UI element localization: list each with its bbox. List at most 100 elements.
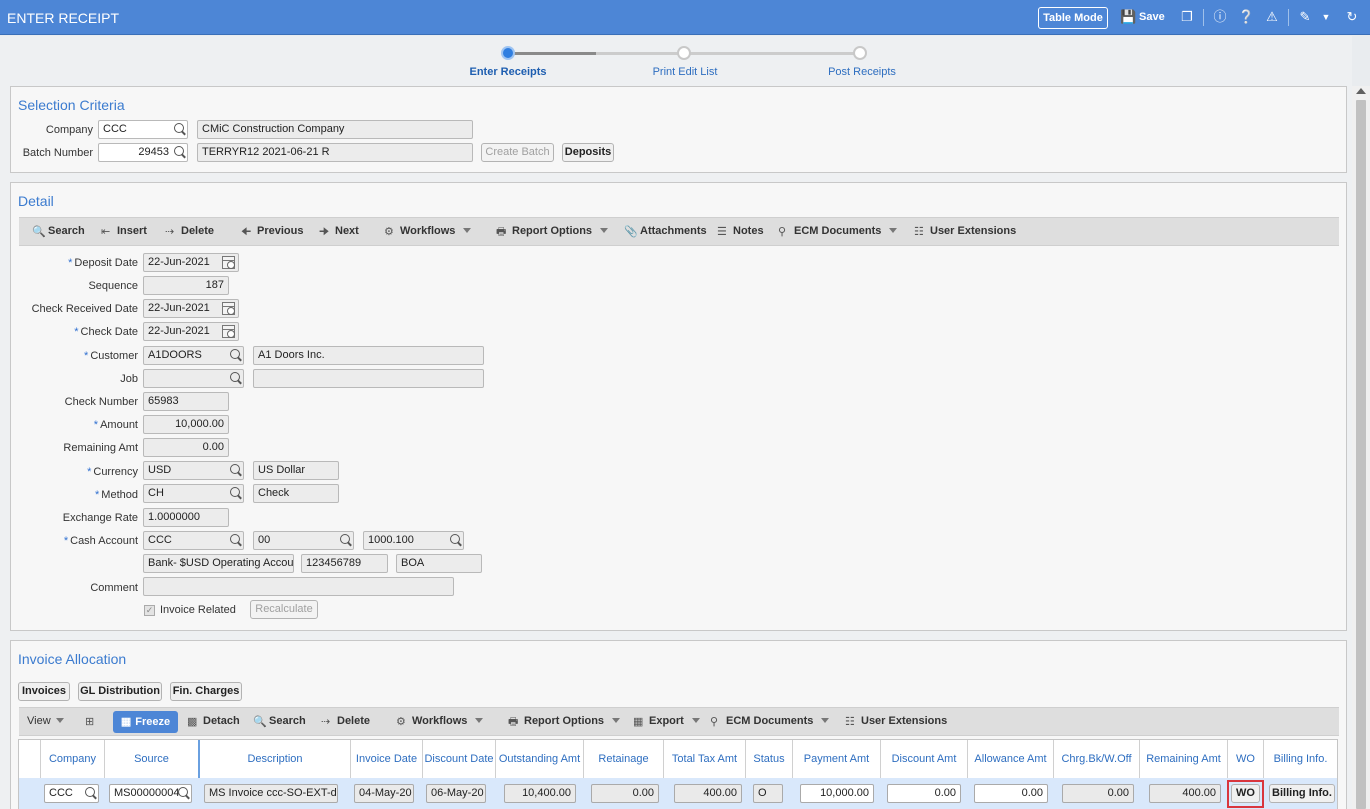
cash-account-gl-input[interactable]: 1000.100	[363, 531, 464, 550]
grid-report-options-button[interactable]: 🖶 Report Options	[508, 715, 621, 728]
column-header[interactable]: Discount Amt	[881, 740, 968, 778]
search-icon[interactable]	[230, 464, 240, 474]
column-header[interactable]: Retainage	[584, 740, 664, 778]
deposit-date-input[interactable]: 22-Jun-2021	[143, 253, 239, 272]
dropdown-icon[interactable]	[55, 718, 64, 723]
row-discount-amt-input[interactable]: 0.00	[887, 784, 961, 803]
dropdown-icon[interactable]	[691, 718, 700, 723]
dropdown-icon[interactable]	[463, 228, 472, 233]
step-dot-enter-receipts[interactable]	[501, 46, 515, 60]
next-button[interactable]: 🠊 Next	[319, 225, 359, 238]
export-button[interactable]: ▦ Export	[633, 715, 700, 728]
column-header[interactable]: Remaining Amt	[1140, 740, 1228, 778]
row-payment-amt-input[interactable]: 10,000.00	[800, 784, 874, 803]
vertical-scrollbar[interactable]	[1352, 86, 1370, 809]
search-icon[interactable]	[85, 787, 95, 797]
customer-input[interactable]: A1DOORS	[143, 346, 244, 365]
fin-charges-button[interactable]: Fin. Charges	[170, 682, 242, 701]
freeze-button[interactable]: ▦ Freeze	[113, 711, 178, 733]
row-wo-button[interactable]: WO	[1231, 784, 1260, 803]
report-options-button[interactable]: 🖶 Report Options	[496, 225, 609, 238]
column-header[interactable]: Company	[41, 740, 105, 778]
insert-button[interactable]: ⇤ Insert	[101, 225, 147, 238]
column-header[interactable]: Payment Amt	[793, 740, 881, 778]
grid-user-extensions-button[interactable]: ☷ User Extensions	[845, 715, 947, 728]
row-company-input[interactable]: CCC	[44, 784, 99, 803]
scroll-up-icon[interactable]	[1356, 88, 1366, 94]
step-enter-receipts[interactable]: Enter Receipts	[438, 66, 578, 78]
ecm-documents-button[interactable]: ⚲ ECM Documents	[778, 225, 898, 238]
column-header[interactable]: Discount Date	[423, 740, 496, 778]
recalculate-button[interactable]: Recalculate	[250, 600, 318, 619]
detach-icon-button[interactable]: ⊞	[85, 715, 101, 728]
grid-workflows-button[interactable]: ⚙ Workflows	[396, 715, 484, 728]
invoices-button[interactable]: Invoices	[18, 682, 70, 701]
user-extensions-button[interactable]: ☷ User Extensions	[914, 225, 1016, 238]
view-menu[interactable]: View	[27, 715, 64, 727]
dropdown-icon[interactable]	[600, 228, 609, 233]
table-mode-button[interactable]: Table Mode	[1038, 7, 1108, 29]
column-header[interactable]: Billing Info.	[1264, 740, 1337, 778]
method-input[interactable]: CH	[143, 484, 244, 503]
column-header[interactable]: Outstanding Amt	[496, 740, 584, 778]
save-button[interactable]: Save	[1139, 11, 1165, 23]
dropdown-icon[interactable]	[475, 718, 484, 723]
search-icon[interactable]	[230, 487, 240, 497]
step-dot-post-receipts[interactable]	[853, 46, 867, 60]
previous-button[interactable]: 🠈 Previous	[241, 225, 303, 238]
search-icon[interactable]	[178, 787, 188, 797]
search-icon[interactable]	[230, 349, 240, 359]
cash-account-dept-input[interactable]: 00	[253, 531, 354, 550]
search-icon[interactable]	[174, 146, 184, 156]
search-button[interactable]: 🔍 Search	[32, 225, 85, 238]
search-icon[interactable]	[174, 123, 184, 133]
dropdown-icon[interactable]	[889, 228, 898, 233]
gl-distribution-button[interactable]: GL Distribution	[78, 682, 162, 701]
chevron-down-icon[interactable]: ▼	[1318, 9, 1334, 25]
save-icon[interactable]: 💾	[1120, 9, 1136, 25]
currency-input[interactable]: USD	[143, 461, 244, 480]
grid-search-button[interactable]: 🔍 Search	[253, 715, 306, 728]
search-icon[interactable]	[230, 534, 240, 544]
copy-icon[interactable]: ❐	[1179, 9, 1195, 25]
help-icon[interactable]: ❔	[1238, 9, 1254, 25]
company-input[interactable]: CCC	[98, 120, 188, 139]
calendar-icon[interactable]	[222, 302, 235, 315]
check-date-input[interactable]: 22-Jun-2021	[143, 322, 239, 341]
calendar-icon[interactable]	[222, 325, 235, 338]
step-dot-print-edit-list[interactable]	[677, 46, 691, 60]
calendar-icon[interactable]	[222, 256, 235, 269]
search-icon[interactable]	[230, 372, 240, 382]
batch-number-input[interactable]: 29453	[98, 143, 188, 162]
dropdown-icon[interactable]	[821, 718, 830, 723]
invoice-related-checkbox[interactable]: ✓	[144, 605, 155, 616]
scroll-thumb[interactable]	[1356, 100, 1366, 809]
column-header[interactable]: Source	[105, 740, 200, 778]
column-header[interactable]: Status	[746, 740, 793, 778]
warning-icon[interactable]: ⚠	[1264, 9, 1280, 25]
step-post-receipts[interactable]: Post Receipts	[792, 66, 932, 78]
column-header[interactable]: WO	[1228, 740, 1264, 778]
create-batch-button[interactable]: Create Batch	[481, 143, 554, 162]
comment-field[interactable]	[143, 577, 454, 596]
job-input[interactable]	[143, 369, 244, 388]
step-print-edit-list[interactable]: Print Edit List	[615, 66, 755, 78]
attachments-button[interactable]: 📎 Attachments	[624, 225, 707, 238]
column-header[interactable]: Total Tax Amt	[664, 740, 746, 778]
grid-delete-button[interactable]: ⇢ Delete	[321, 715, 370, 728]
column-header[interactable]: Invoice Date	[351, 740, 423, 778]
cash-account-company-input[interactable]: CCC	[143, 531, 244, 550]
notes-button[interactable]: ☰ Notes	[717, 225, 764, 238]
check-received-date-input[interactable]: 22-Jun-2021	[143, 299, 239, 318]
dropdown-icon[interactable]	[612, 718, 621, 723]
deposits-button[interactable]: Deposits	[562, 143, 614, 162]
column-header[interactable]: Description	[200, 740, 351, 778]
row-source-input[interactable]: MS00000004	[109, 784, 192, 803]
detach-button[interactable]: ▩ Detach	[187, 715, 240, 728]
row-allowance-amt-input[interactable]: 0.00	[974, 784, 1048, 803]
info-icon[interactable]: ⓘ	[1212, 9, 1228, 25]
search-icon[interactable]	[450, 534, 460, 544]
search-icon[interactable]	[340, 534, 350, 544]
row-billing-info-button[interactable]: Billing Info.	[1269, 784, 1335, 803]
workflows-button[interactable]: ⚙ Workflows	[384, 225, 472, 238]
